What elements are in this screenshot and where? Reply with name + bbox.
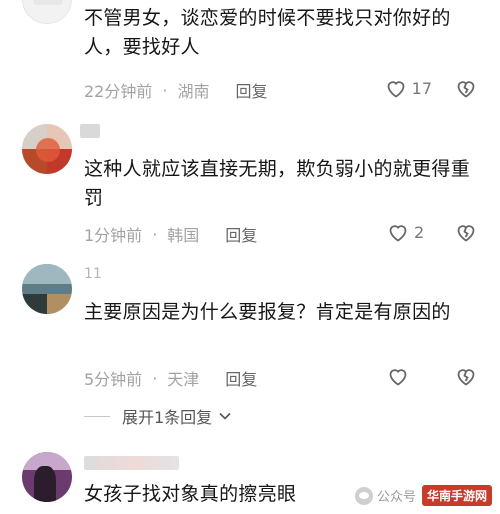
dislike-button[interactable] <box>454 220 478 244</box>
meta-dot: · <box>162 80 168 100</box>
heart-outline-icon <box>387 81 405 98</box>
heart-outline-icon <box>389 369 407 386</box>
comment-time: 5分钟前 <box>84 370 143 389</box>
username-text: 11 <box>84 266 102 282</box>
avatar[interactable] <box>22 452 72 502</box>
comment-actions <box>386 364 478 388</box>
chevron-down-icon <box>219 412 231 420</box>
dislike-button[interactable] <box>454 76 478 100</box>
comment-text: 不管男女，谈恋爱的时候不要找只对你好的人，要找好人 <box>84 7 451 58</box>
wechat-icon <box>354 486 373 505</box>
comment-location: 湖南 <box>177 82 210 101</box>
reply-button[interactable]: 回复 <box>225 366 257 390</box>
like-count: 17 <box>411 78 432 98</box>
comment-meta: 22分钟前 · 湖南 回复 <box>84 78 268 102</box>
like-button[interactable] <box>386 364 432 388</box>
avatar[interactable] <box>22 264 72 314</box>
meta-dot: · <box>152 224 158 244</box>
meta-dot: · <box>152 368 158 388</box>
username: 11 <box>84 266 124 282</box>
heart-outline-icon <box>389 225 407 242</box>
expand-divider <box>84 415 110 417</box>
dislike-button[interactable] <box>454 364 478 388</box>
watermark-logo: 华南手游网 <box>421 485 492 506</box>
expand-replies-label: 展开1条回复 <box>122 408 213 427</box>
avatar[interactable] <box>22 0 72 24</box>
comment-actions: 2 <box>386 220 478 244</box>
like-button[interactable]: 2 <box>386 220 432 244</box>
watermark-prefix: 公众号 <box>376 490 416 505</box>
comment-meta: 5分钟前 · 天津 回复 <box>84 366 257 390</box>
comment-actions: 17 <box>384 76 478 100</box>
comment-text: 这种人就应该直接无期，欺负弱小的就更得重罚 <box>84 158 471 209</box>
comment-text: 主要原因是为什么要报复？肯定是有原因的 <box>84 301 451 323</box>
broken-heart-icon <box>457 369 475 386</box>
reply-button[interactable]: 回复 <box>235 78 267 102</box>
broken-heart-icon <box>457 81 475 98</box>
comment-time: 1分钟前 <box>84 226 143 245</box>
like-button[interactable]: 17 <box>384 76 432 100</box>
comment-location: 天津 <box>167 370 200 389</box>
broken-heart-icon <box>457 225 475 242</box>
comment-meta: 1分钟前 · 韩国 回复 <box>84 222 257 246</box>
comment-time: 22分钟前 <box>84 82 153 101</box>
username-blurred <box>84 456 179 470</box>
like-count: 2 <box>414 222 425 242</box>
username-blurred <box>80 124 100 138</box>
watermark: 公众号 华南手游网 <box>354 485 492 506</box>
comment-location: 韩国 <box>167 226 200 245</box>
reply-button[interactable]: 回复 <box>225 222 257 246</box>
avatar[interactable] <box>22 124 72 174</box>
expand-replies-button[interactable]: 展开1条回复 <box>84 404 232 428</box>
